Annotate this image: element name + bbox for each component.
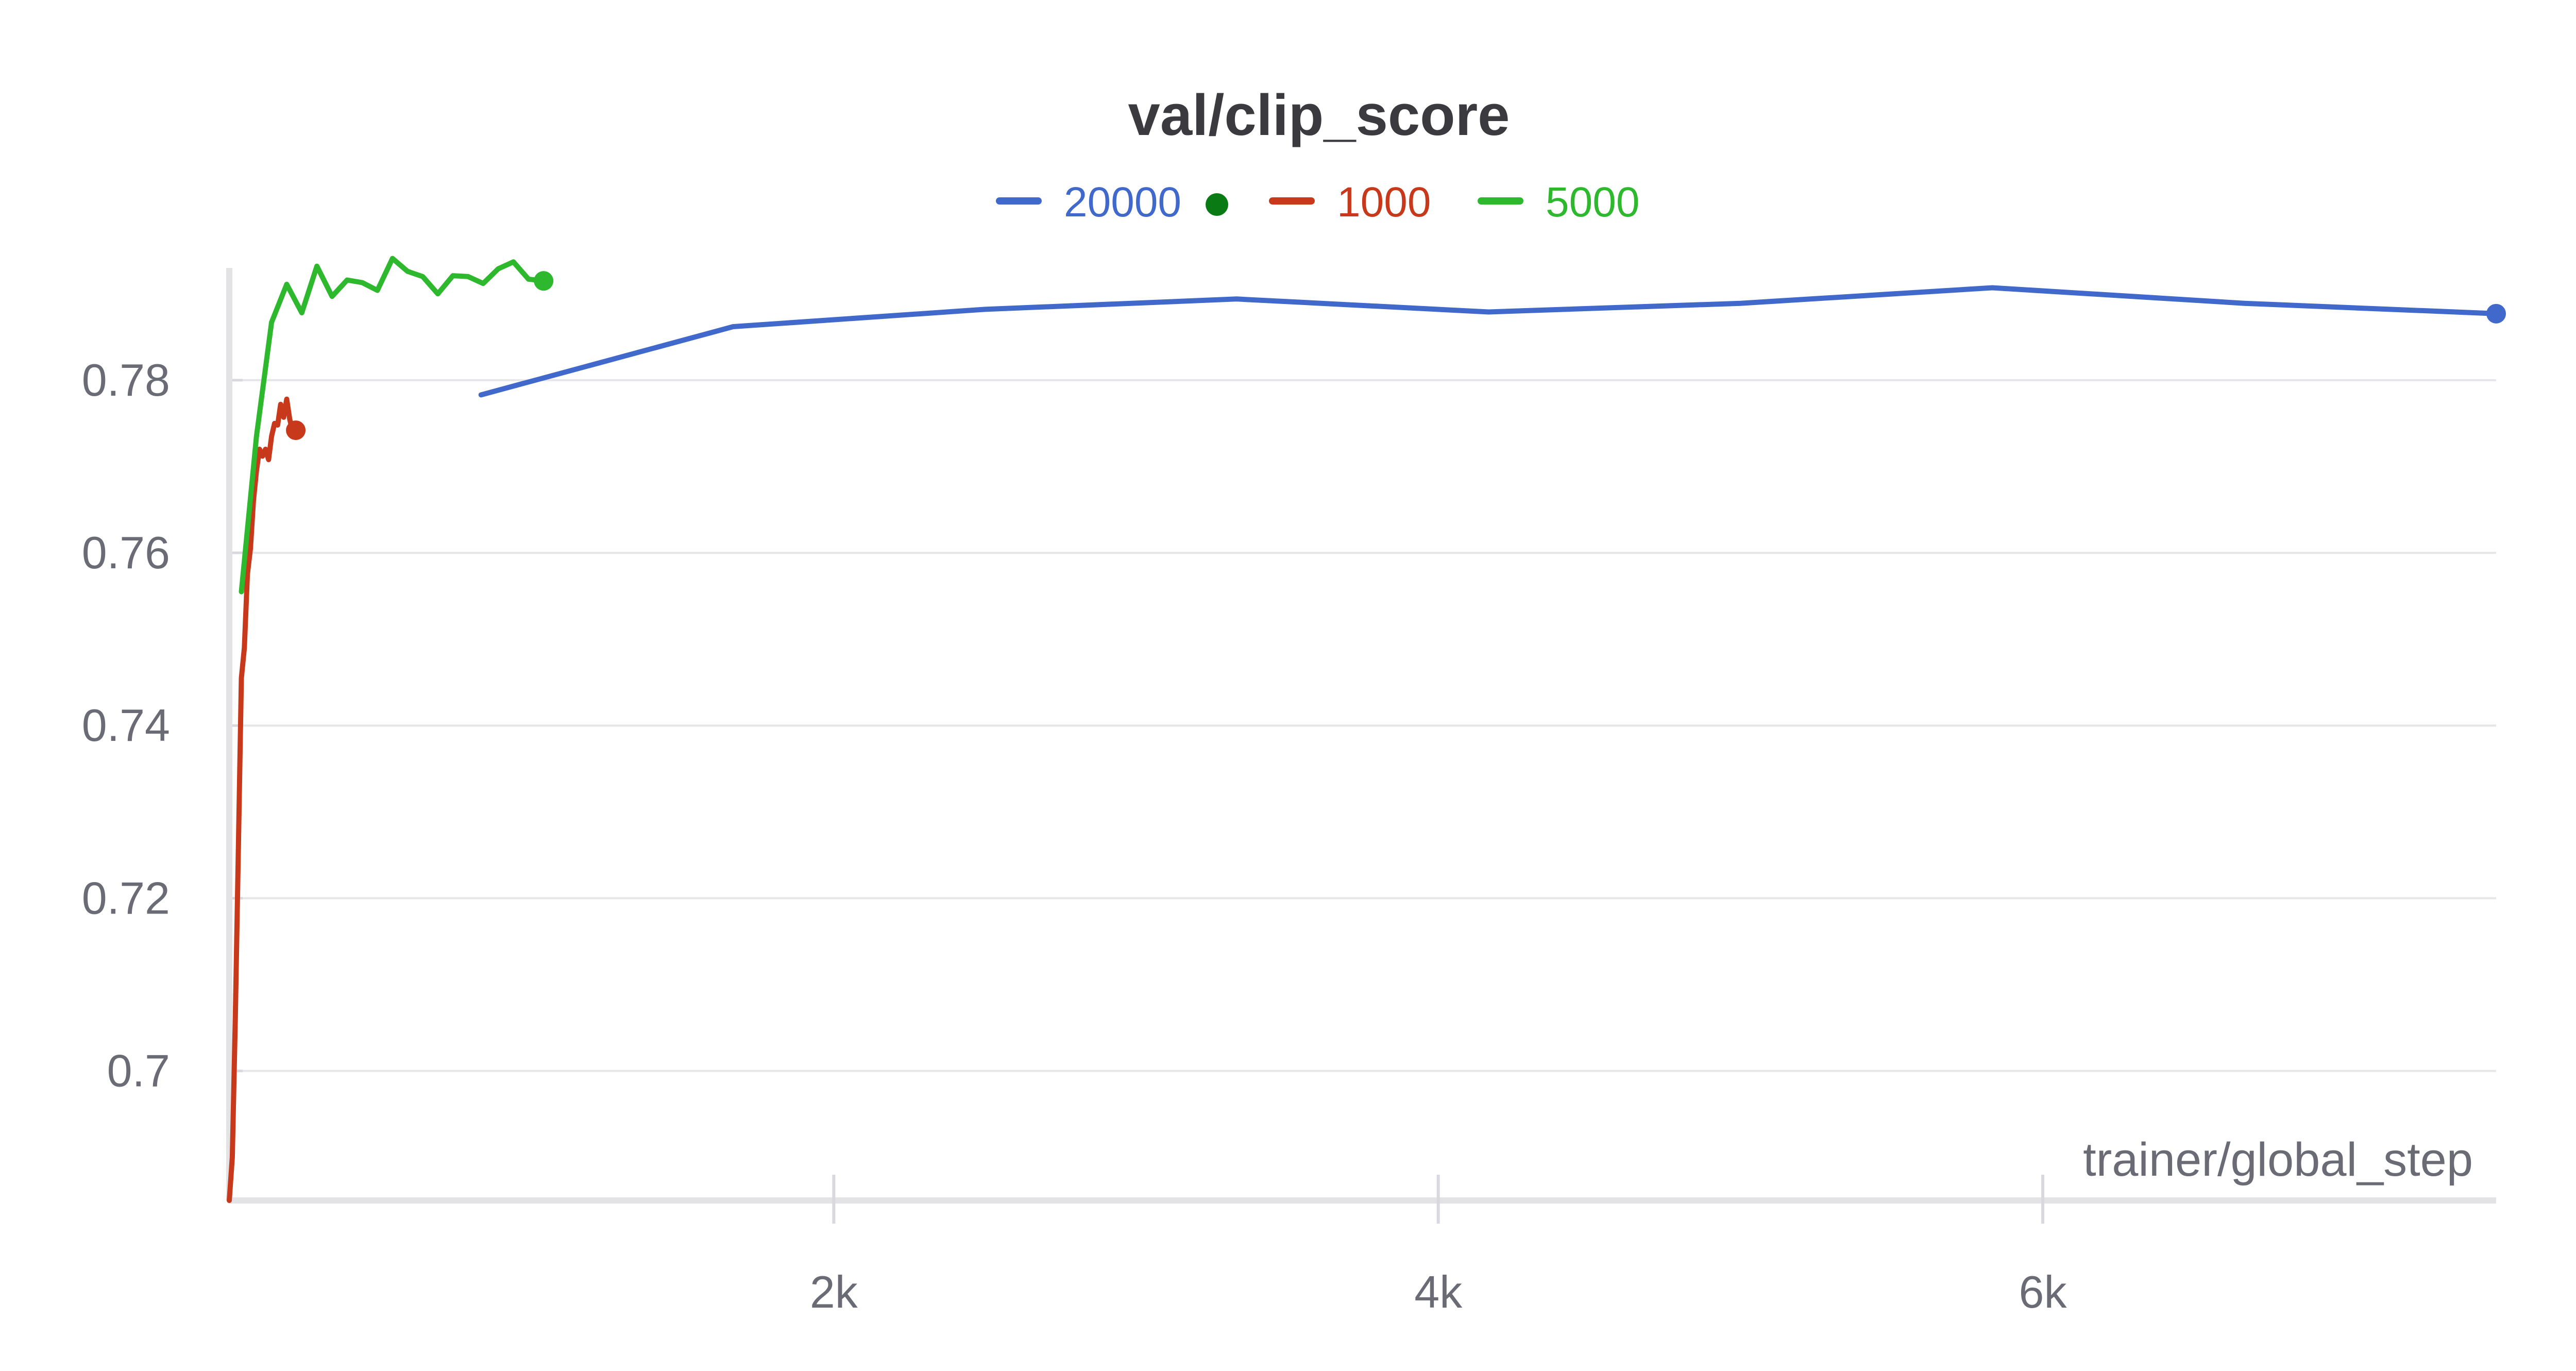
y-tick-label: 0.72 (82, 872, 170, 923)
series-line-1000 (227, 396, 299, 1203)
chart-container: val/clip_score 20000 1000 5000 0.7 0.72 0.74… (0, 0, 2576, 1368)
grid-lines (229, 379, 2496, 1072)
legend-label-5000[interactable]: 5000 (1546, 179, 1639, 226)
x-tick-label: 4k (1414, 1266, 1463, 1317)
series-end-point-20000 (2486, 303, 2506, 324)
series-end-point-1000 (286, 420, 306, 441)
chart-legend: 20000 1000 5000 (996, 179, 1639, 226)
line-chart: val/clip_score 20000 1000 5000 0.7 0.72 0.74… (82, 83, 2506, 1317)
y-tick-label: 0.74 (82, 700, 170, 751)
legend-label-20000[interactable]: 20000 (1064, 179, 1181, 226)
y-tick-label: 0.78 (82, 354, 170, 405)
x-tick-label: 6k (2019, 1266, 2067, 1317)
y-tick-label: 0.76 (82, 527, 170, 578)
series-line-5000 (239, 256, 547, 595)
series-end-point-5000 (534, 271, 554, 291)
series-line-20000 (478, 285, 2499, 398)
x-axis-title: trainer/global_step (2083, 1133, 2473, 1186)
x-tick-label: 2k (810, 1266, 858, 1317)
legend-label-1000[interactable]: 1000 (1337, 179, 1431, 226)
series-group (227, 256, 2506, 1203)
chart-title: val/clip_score (1128, 83, 1510, 147)
y-tick-label: 0.7 (107, 1045, 170, 1096)
legend-highlight-dot (1206, 193, 1228, 216)
